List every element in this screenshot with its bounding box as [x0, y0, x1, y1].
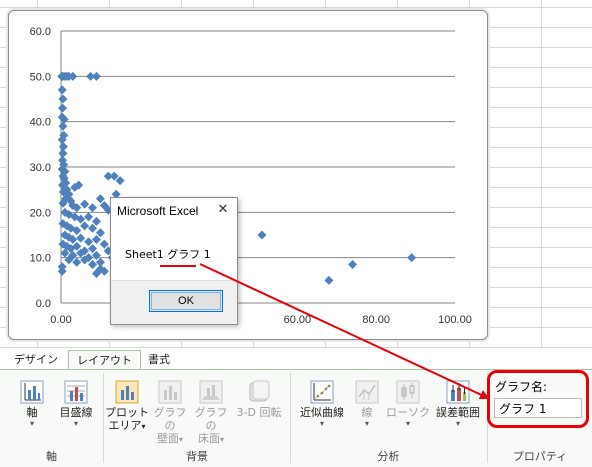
data-point[interactable] — [324, 275, 334, 285]
axes-button[interactable]: 軸 ▾ — [14, 380, 50, 429]
dropdown-arrow-icon: ▾ — [141, 422, 146, 431]
dropdown-arrow-icon: ▾ — [319, 419, 324, 428]
dialog-title: Microsoft Excel — [117, 204, 199, 218]
lines-icon — [355, 380, 379, 404]
data-point[interactable] — [57, 266, 67, 276]
scatter-chart[interactable]: 0.010.020.030.040.050.060.00.0020.0040.0… — [9, 11, 489, 341]
dialog-message: Sheet1 グラフ 1 — [125, 248, 211, 261]
lines-label: 線 — [361, 406, 373, 419]
chart-area[interactable]: 0.010.020.030.040.050.060.00.0020.0040.0… — [8, 10, 488, 340]
ribbon-tab-bar: デザイン レイアウト 書式 — [0, 348, 592, 370]
data-point[interactable] — [257, 230, 267, 240]
3d-rotation-icon — [249, 380, 270, 402]
x-tick-label: 60.00 — [284, 314, 312, 326]
3d-rotation-label: 3-D 回転 — [236, 406, 282, 419]
y-tick-label: 10.0 — [30, 253, 51, 265]
message-dialog: Microsoft Excel ✕ Sheet1 グラフ 1 OK — [110, 197, 238, 325]
trendline-icon — [310, 380, 334, 404]
chart-wall-icon — [158, 380, 182, 404]
group-label-background: 背景 — [186, 450, 208, 463]
data-point[interactable] — [84, 212, 94, 222]
y-tick-label: 40.0 — [30, 117, 51, 129]
dropdown-arrow-icon: ▾ — [455, 419, 460, 428]
3d-rotation-button[interactable]: 3-D 回転 — [232, 380, 286, 419]
chart-floor-label-line1: グラフの — [194, 406, 228, 432]
dialog-footer: OK — [111, 280, 237, 324]
error-bars-button[interactable]: 誤差範囲 ▾ — [432, 380, 484, 429]
trendline-label: 近似曲線 — [300, 406, 344, 419]
y-tick-label: 60.0 — [30, 26, 51, 38]
y-tick-label: 20.0 — [30, 207, 51, 219]
updown-bars-label: ローソク — [386, 406, 430, 419]
dropdown-arrow-icon: ▾ — [364, 419, 369, 428]
data-point[interactable] — [58, 94, 68, 104]
group-label-analysis: 分析 — [377, 450, 400, 463]
dropdown-arrow-icon: ▾ — [73, 419, 78, 428]
error-bars-icon — [446, 380, 470, 404]
group-label-axes: 軸 — [46, 450, 57, 463]
dropdown-arrow-icon: ▾ — [405, 419, 410, 428]
annotation-highlight-box — [487, 370, 589, 428]
group-label-properties: プロパティ — [512, 450, 568, 463]
data-point[interactable] — [407, 253, 417, 263]
chart-floor-button[interactable]: グラフの 床面▾ — [191, 380, 231, 446]
y-tick-label: 30.0 — [30, 162, 51, 174]
x-tick-label: 100.00 — [438, 314, 472, 326]
data-point[interactable] — [57, 85, 67, 95]
plot-area-button[interactable]: プロット エリア▾ — [104, 380, 150, 433]
data-point[interactable] — [91, 71, 101, 81]
data-point[interactable] — [58, 121, 68, 131]
y-tick-label: 0.0 — [36, 298, 51, 310]
chart-wall-label-line2: 壁面 — [156, 432, 179, 445]
gridlines-label: 目盛線 — [59, 406, 93, 419]
tab-layout[interactable]: レイアウト — [68, 350, 141, 370]
axes-label: 軸 — [26, 406, 38, 419]
data-point[interactable] — [76, 233, 86, 243]
y-tick-label: 50.0 — [30, 71, 51, 83]
dropdown-arrow-icon: ▾ — [178, 435, 183, 444]
axes-icon — [20, 380, 44, 404]
close-icon[interactable]: ✕ — [215, 202, 231, 218]
data-point[interactable] — [348, 259, 358, 269]
lines-button[interactable]: 線 ▾ — [352, 380, 382, 429]
trendline-button[interactable]: 近似曲線 ▾ — [296, 380, 348, 429]
chart-wall-label-line1: グラフの — [153, 406, 187, 432]
updown-bars-button[interactable]: ローソク ▾ — [386, 380, 430, 429]
plot-area-label-line2: エリア — [108, 419, 142, 432]
dropdown-arrow-icon: ▾ — [29, 419, 34, 428]
plot-area-label-line1: プロット — [105, 406, 149, 419]
data-point[interactable] — [58, 103, 68, 113]
x-tick-label: 80.00 — [362, 314, 390, 326]
ok-button[interactable]: OK — [149, 290, 223, 312]
data-point[interactable] — [80, 199, 90, 209]
gridlines-button[interactable]: 目盛線 ▾ — [55, 380, 97, 429]
error-bars-label: 誤差範囲 — [436, 406, 480, 419]
candlestick-icon — [396, 380, 420, 404]
data-point[interactable] — [88, 203, 98, 213]
gridlines-icon — [64, 380, 88, 404]
x-tick-label: 0.00 — [50, 314, 71, 326]
chart-floor-icon — [199, 380, 223, 404]
plot-area-icon — [115, 380, 139, 404]
tab-format[interactable]: 書式 — [140, 350, 178, 370]
dropdown-arrow-icon: ▾ — [219, 435, 224, 444]
tab-design[interactable]: デザイン — [6, 350, 66, 370]
chart-wall-button[interactable]: グラフの 壁面▾ — [150, 380, 190, 446]
chart-floor-label-line2: 床面 — [197, 432, 220, 445]
